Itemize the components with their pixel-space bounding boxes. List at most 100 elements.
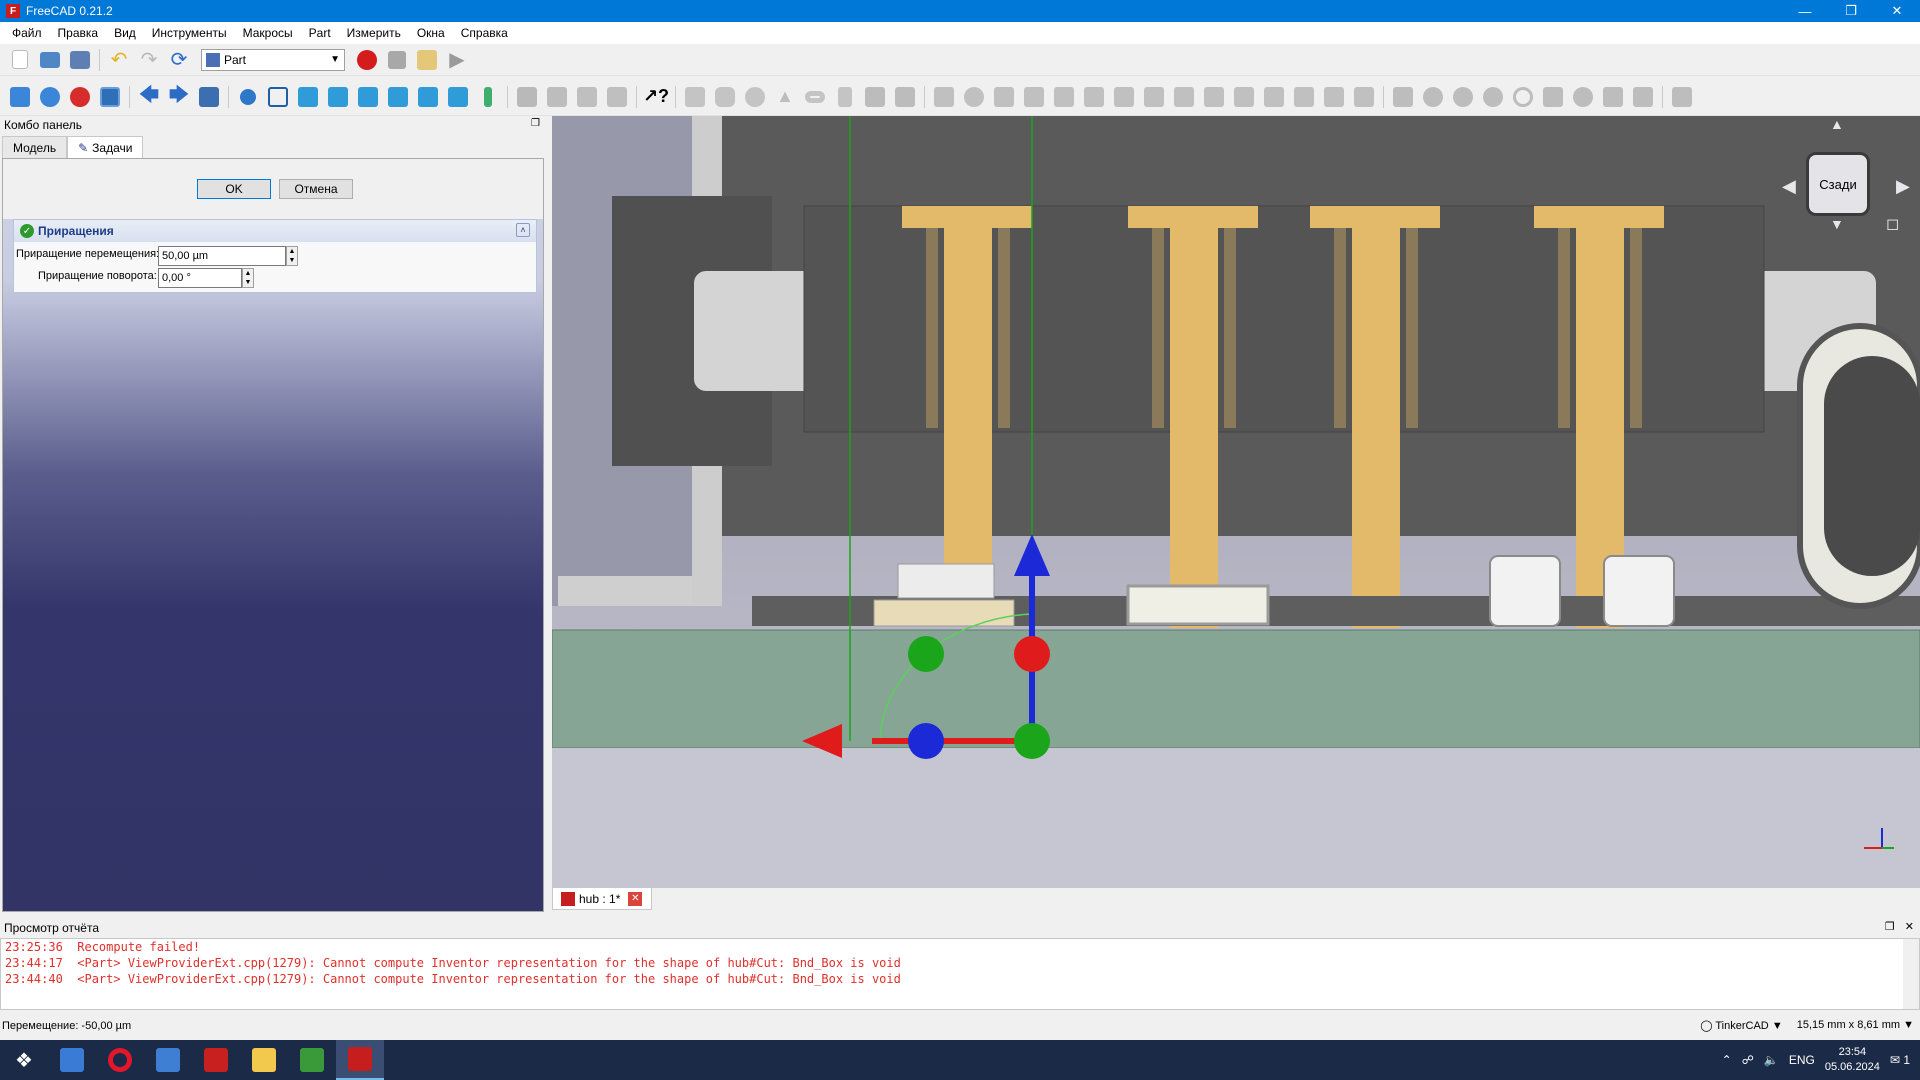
tray-volume-icon[interactable]: 🔈	[1764, 1053, 1779, 1067]
save-document-button[interactable]	[66, 46, 94, 74]
taskbar-app-c[interactable]	[144, 1040, 192, 1080]
navigation-cube[interactable]: Сзади	[1798, 144, 1878, 224]
view-left-button[interactable]	[444, 83, 472, 111]
part-cross-sections-button[interactable]	[1230, 83, 1258, 111]
fit-all-button[interactable]	[6, 83, 34, 111]
navicube-right-arrow-icon[interactable]: ▶	[1896, 176, 1910, 197]
notifications-icon[interactable]: ✉ 1	[1890, 1053, 1910, 1067]
part-make-face-button[interactable]	[1080, 83, 1108, 111]
taskbar-app-opera[interactable]	[96, 1040, 144, 1080]
menu-edit[interactable]: Правка	[50, 26, 107, 40]
3d-viewport[interactable]: Сзади ◀ ▶ ▼ ▲ ◻	[552, 116, 1920, 888]
navicube-up-arrow-icon[interactable]: ▲	[1830, 116, 1844, 132]
part-compound-button[interactable]	[1389, 83, 1417, 111]
view-isometric-button[interactable]	[264, 83, 292, 111]
clock[interactable]: 23:54 05.06.2024	[1825, 1045, 1880, 1075]
fit-selection-button[interactable]	[36, 83, 64, 111]
view-front-button[interactable]	[294, 83, 322, 111]
menu-macros[interactable]: Макросы	[235, 26, 301, 40]
stop-macro-button[interactable]	[383, 46, 411, 74]
view-right-button[interactable]	[354, 83, 382, 111]
part-ruled-surface-button[interactable]	[1110, 83, 1138, 111]
part-primitives-button[interactable]	[861, 83, 889, 111]
part-check-geometry-button[interactable]	[1599, 83, 1627, 111]
dimensions-selector[interactable]: 15,15 mm x 8,61 mm ▼	[1797, 1019, 1914, 1032]
zoom-button[interactable]	[234, 83, 262, 111]
z-axis-arrow[interactable]	[1014, 534, 1050, 576]
menu-windows[interactable]: Окна	[409, 26, 453, 40]
measure-button[interactable]	[474, 83, 502, 111]
start-button[interactable]: ❖	[0, 1040, 48, 1080]
keyboard-language[interactable]: ENG	[1789, 1053, 1815, 1067]
navigation-style-selector[interactable]: ◯ TinkerCAD ▼	[1700, 1019, 1783, 1032]
tab-model[interactable]: Модель	[2, 136, 68, 158]
tray-network-icon[interactable]: ☍	[1742, 1053, 1754, 1067]
part-measure-button[interactable]	[1668, 83, 1696, 111]
view-top-button[interactable]	[324, 83, 352, 111]
navicube-down-arrow-icon[interactable]: ▼	[1830, 216, 1844, 232]
part-offset-button[interactable]	[1260, 83, 1288, 111]
link-button[interactable]	[573, 83, 601, 111]
part-join-button[interactable]	[1539, 83, 1567, 111]
report-view[interactable]: 23:25:36 Recompute failed! 23:44:17 <Par…	[0, 938, 1920, 1010]
part-sphere-button[interactable]	[741, 83, 769, 111]
navicube-face[interactable]: Сзади	[1806, 152, 1870, 216]
part-torus-button[interactable]	[801, 83, 829, 111]
menu-tools[interactable]: Инструменты	[144, 26, 235, 40]
menu-help[interactable]: Справка	[453, 26, 516, 40]
taskbar-app-files[interactable]	[240, 1040, 288, 1080]
record-macro-button[interactable]	[353, 46, 381, 74]
part-defeaturing-button[interactable]	[1629, 83, 1657, 111]
view-bottom-button[interactable]	[414, 83, 442, 111]
part-split-button[interactable]	[1569, 83, 1597, 111]
part-fuse-button[interactable]	[1479, 83, 1507, 111]
menu-part[interactable]: Part	[301, 26, 339, 40]
taskbar-app-pcb[interactable]	[288, 1040, 336, 1080]
restore-icon[interactable]: ❐	[1828, 0, 1874, 22]
sync-view-button[interactable]	[195, 83, 223, 111]
move-increment-stepper[interactable]: ▲ ▼	[286, 246, 298, 266]
document-tab[interactable]: hub : 1* ✕	[552, 888, 652, 910]
view-rear-button[interactable]	[384, 83, 412, 111]
part-boolean-button[interactable]	[1419, 83, 1447, 111]
part-fillet-button[interactable]	[1020, 83, 1048, 111]
close-icon[interactable]: ✕	[628, 891, 643, 906]
ok-button[interactable]: OK	[197, 179, 271, 199]
open-document-button[interactable]	[36, 46, 64, 74]
create-part-button[interactable]	[513, 83, 541, 111]
move-increment-input[interactable]: 50,00 µm	[158, 246, 286, 266]
part-cone-button[interactable]: ▲	[771, 83, 799, 111]
collapse-icon[interactable]: ˄	[516, 223, 530, 237]
taskbar-app-pdf[interactable]	[192, 1040, 240, 1080]
rotate-increment-stepper[interactable]: ▲ ▼	[242, 268, 254, 288]
part-box-button[interactable]	[681, 83, 709, 111]
part-common-button[interactable]	[1509, 83, 1537, 111]
menu-measure[interactable]: Измерить	[339, 26, 409, 40]
part-sweep-button[interactable]	[1170, 83, 1198, 111]
part-mirror-button[interactable]	[990, 83, 1018, 111]
rotate-handle-blue[interactable]	[908, 723, 944, 759]
part-revolve-button[interactable]	[960, 83, 988, 111]
tray-chevron-icon[interactable]: ⌃	[1722, 1053, 1732, 1067]
cancel-button[interactable]: Отмена	[279, 179, 353, 199]
float-panel-icon[interactable]: ❐	[531, 118, 540, 129]
part-tube-button[interactable]	[831, 83, 859, 111]
part-projection-button[interactable]	[1320, 83, 1348, 111]
edit-macro-button[interactable]	[413, 46, 441, 74]
minimize-icon[interactable]: —	[1782, 0, 1828, 22]
rotate-handle-red[interactable]	[1014, 636, 1050, 672]
menu-file[interactable]: Файл	[4, 26, 50, 40]
part-cylinder-button[interactable]	[711, 83, 739, 111]
create-group-button[interactable]	[543, 83, 571, 111]
link-actions-button[interactable]	[603, 83, 631, 111]
redo-button[interactable]: ↷	[135, 46, 163, 74]
float-panel-icon[interactable]: ❐	[1885, 920, 1895, 933]
whats-this-button[interactable]: ↗?	[642, 83, 670, 111]
navicube-menu-icon[interactable]: ◻	[1886, 214, 1899, 234]
taskbar-app-freecad[interactable]	[336, 1040, 384, 1080]
navicube-left-arrow-icon[interactable]: ◀	[1782, 176, 1796, 197]
rotate-handle-green[interactable]	[908, 636, 944, 672]
part-shape-builder-button[interactable]	[891, 83, 919, 111]
part-loft-button[interactable]	[1140, 83, 1168, 111]
forward-button[interactable]: 🡆	[165, 83, 193, 111]
